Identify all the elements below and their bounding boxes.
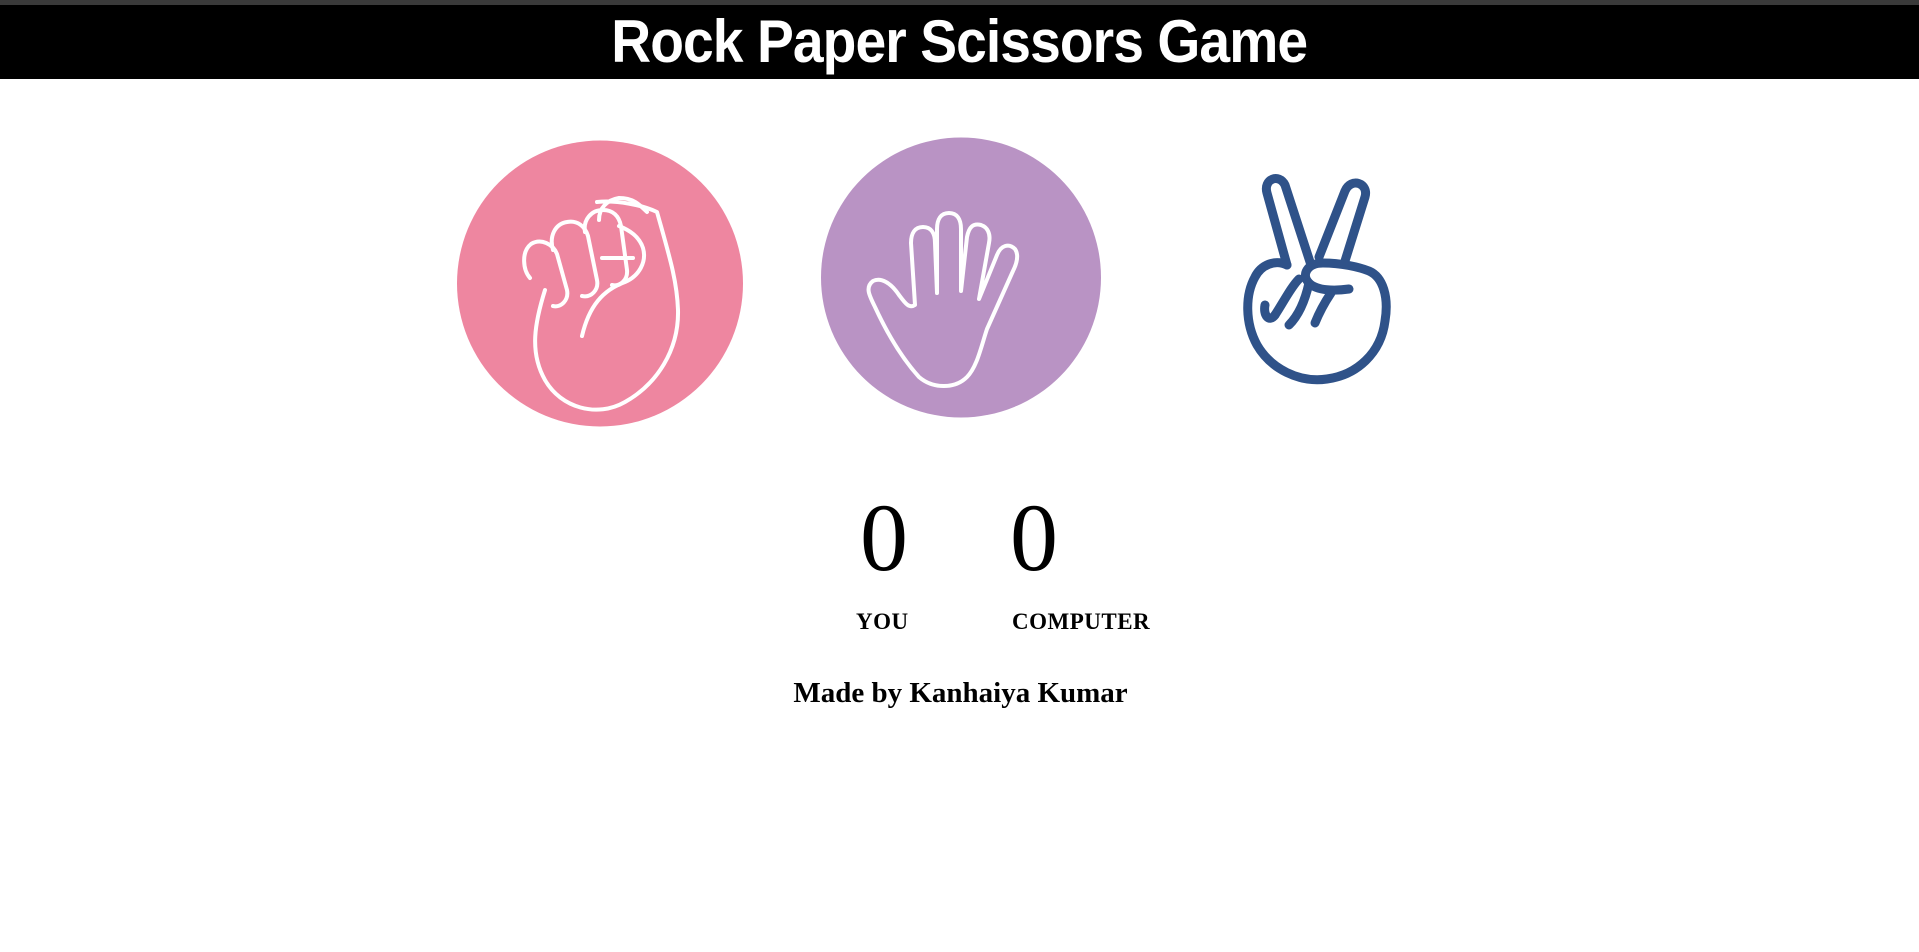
- open-hand-icon: [821, 137, 1101, 418]
- user-score-value: 0: [860, 484, 908, 591]
- user-score-label: YOU: [856, 609, 909, 634]
- computer-score-label: COMPUTER: [1012, 609, 1151, 634]
- victory-hand-icon: [1243, 174, 1391, 385]
- rock-choice-button[interactable]: [457, 140, 743, 427]
- author-credit: Made by Kanhaiya Kumar: [793, 677, 1128, 709]
- scissors-choice-button[interactable]: [1235, 173, 1401, 388]
- paper-choice-button[interactable]: [821, 137, 1101, 418]
- page-title: Rock Paper Scissors Game: [611, 8, 1309, 75]
- page-header: Rock Paper Scissors Game: [0, 5, 1919, 79]
- computer-score-value: 0: [1010, 484, 1058, 591]
- fist-icon: [457, 140, 743, 427]
